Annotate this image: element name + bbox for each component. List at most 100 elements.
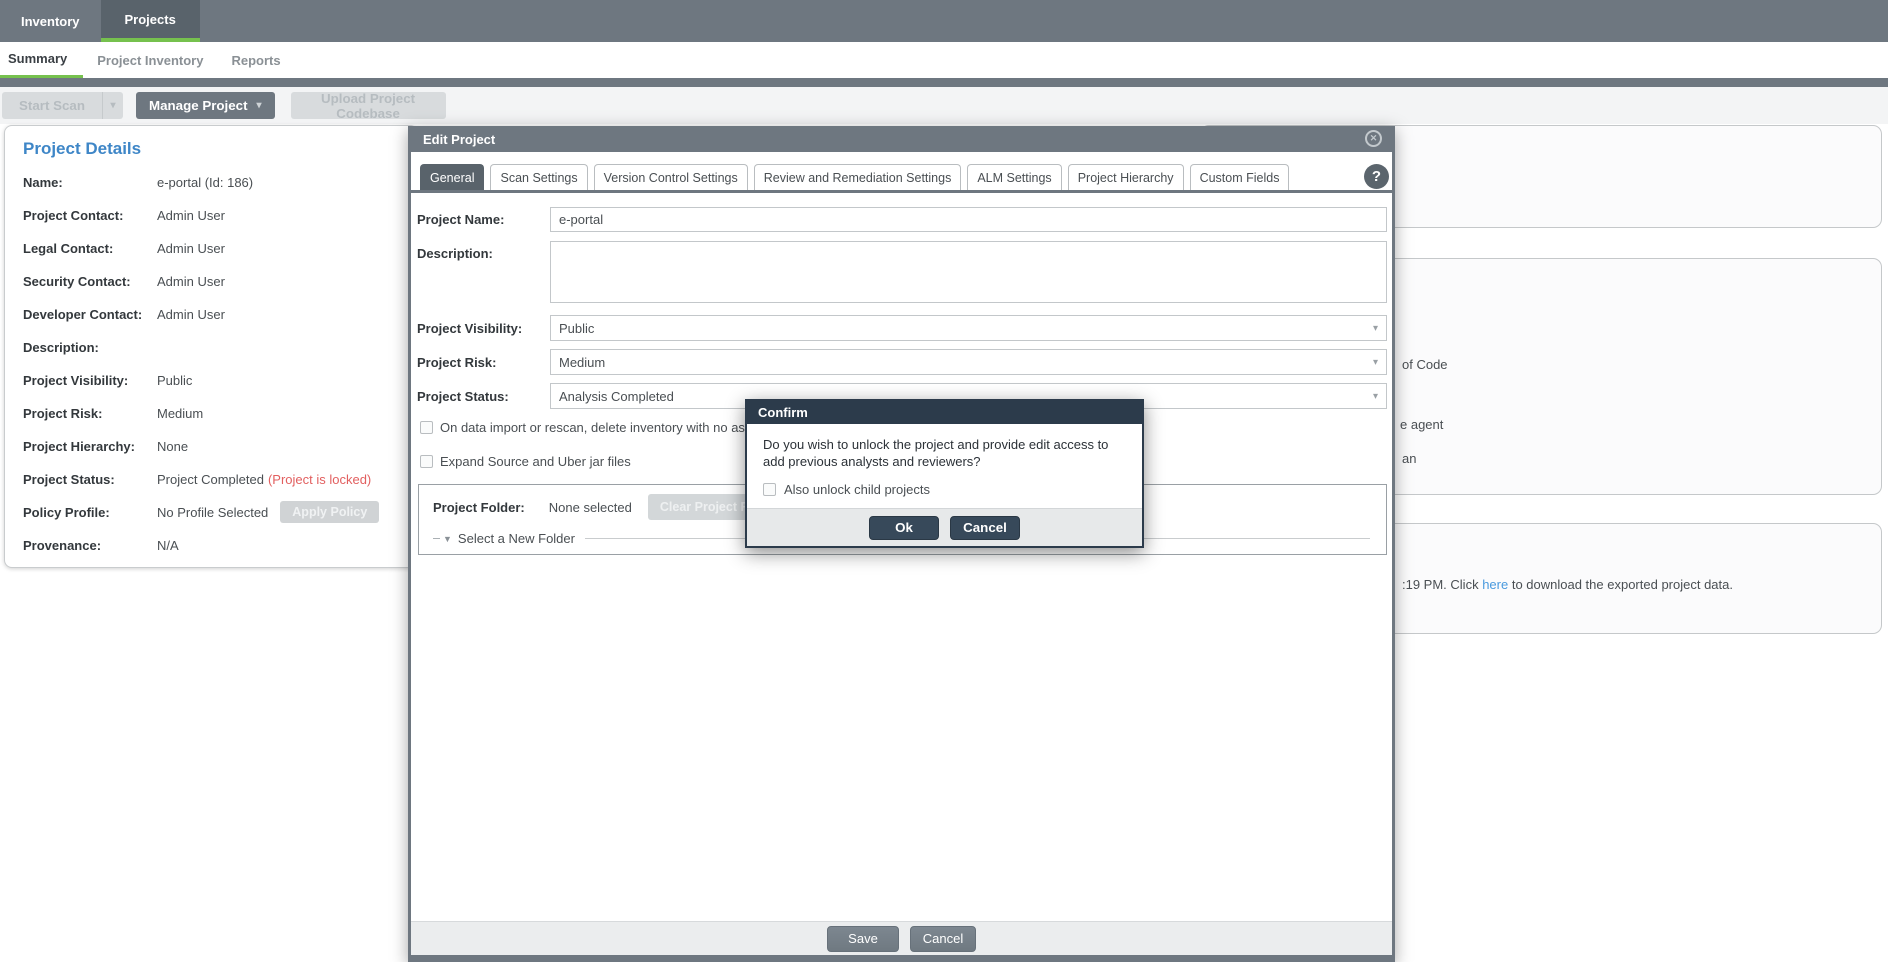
tab-project-hierarchy[interactable]: Project Hierarchy	[1068, 164, 1184, 190]
detail-row-policy: Policy Profile: No Profile Selected Appl…	[23, 505, 417, 521]
detail-row-project-contact: Project Contact: Admin User	[23, 208, 417, 224]
status-value: Project Completed	[157, 472, 264, 488]
ok-button[interactable]: Ok	[869, 516, 939, 540]
tab-review-remediation-settings[interactable]: Review and Remediation Settings	[754, 164, 962, 190]
project-details-panel: Project Details Name: e-portal (Id: 186)…	[4, 125, 418, 568]
save-button[interactable]: Save	[827, 926, 899, 952]
provenance-label: Provenance:	[23, 538, 157, 554]
description-textarea[interactable]	[550, 241, 1387, 303]
download-here-link[interactable]: here	[1482, 577, 1508, 592]
expand-source-checkbox-label: Expand Source and Uber jar files	[440, 454, 631, 469]
tree-line	[433, 538, 440, 539]
subnav-tab-project-inventory[interactable]: Project Inventory	[83, 42, 217, 78]
visibility-label: Project Visibility:	[23, 373, 157, 389]
edit-project-tabstrip: General Scan Settings Version Control Se…	[411, 163, 1392, 193]
project-risk-value: Medium	[559, 355, 605, 370]
nav-tab-inventory[interactable]: Inventory	[0, 0, 101, 42]
project-risk-select[interactable]: Medium ▾	[550, 349, 1387, 375]
developer-contact-link[interactable]: Admin User	[157, 307, 225, 323]
project-visibility-label: Project Visibility:	[417, 321, 522, 336]
manage-project-label: Manage Project	[149, 98, 248, 113]
risk-label: Project Risk:	[23, 406, 157, 422]
project-visibility-value: Public	[559, 321, 594, 336]
background-text-agent: e agent	[1400, 417, 1443, 432]
manage-project-button[interactable]: Manage Project ▾	[136, 92, 275, 119]
hierarchy-label: Project Hierarchy:	[23, 439, 157, 455]
detail-row-status: Project Status: Project Completed (Proje…	[23, 472, 417, 488]
security-contact-link[interactable]: Admin User	[157, 274, 225, 290]
description-label: Description:	[23, 340, 157, 356]
export-line-prefix: :19 PM. Click	[1402, 577, 1482, 592]
primary-navbar: Inventory Projects	[0, 0, 1888, 42]
confirm-dialog-header: Confirm	[747, 401, 1142, 424]
detail-row-description: Description:	[23, 340, 417, 356]
confirm-footer: Ok Cancel	[747, 508, 1142, 546]
detail-row-developer-contact: Developer Contact: Admin User	[23, 307, 417, 323]
developer-contact-label: Developer Contact:	[23, 307, 157, 323]
upload-project-codebase-button[interactable]: Upload Project Codebase	[291, 92, 446, 119]
edit-project-footer: Save Cancel	[411, 921, 1392, 955]
provenance-value: N/A	[157, 538, 179, 554]
help-icon[interactable]: ?	[1364, 164, 1389, 189]
project-name-label: Project Name:	[417, 212, 504, 227]
unlock-child-projects-label: Also unlock child projects	[784, 482, 930, 497]
detail-row-name: Name: e-portal (Id: 186)	[23, 175, 417, 191]
project-visibility-select[interactable]: Public ▾	[550, 315, 1387, 341]
edit-project-bottom-strip	[411, 955, 1392, 962]
project-status-label: Project Status:	[417, 389, 509, 404]
secondary-navbar: Summary Project Inventory Reports	[0, 42, 1888, 78]
expand-source-checkbox-row: Expand Source and Uber jar files	[420, 454, 631, 469]
policy-label: Policy Profile:	[23, 505, 157, 521]
start-scan-button[interactable]: Start Scan	[2, 92, 102, 119]
description-label: Description:	[417, 246, 493, 261]
tab-version-control-settings[interactable]: Version Control Settings	[594, 164, 748, 190]
detail-row-hierarchy: Project Hierarchy: None	[23, 439, 417, 455]
project-locked-note: (Project is locked)	[268, 472, 371, 488]
caret-down-icon: ▾	[1373, 391, 1378, 402]
tab-alm-settings[interactable]: ALM Settings	[967, 164, 1061, 190]
legal-contact-link[interactable]: Admin User	[157, 241, 225, 257]
subnav-tab-summary[interactable]: Summary	[0, 42, 83, 78]
project-details-title: Project Details	[23, 139, 417, 159]
expand-source-checkbox[interactable]	[420, 455, 433, 468]
subnav-tab-reports[interactable]: Reports	[217, 42, 294, 78]
confirm-dialog: Confirm Do you wish to unlock the projec…	[745, 399, 1144, 548]
nav-divider-bar	[0, 78, 1888, 87]
select-new-folder-label: Select a New Folder	[458, 531, 575, 546]
delete-inventory-checkbox[interactable]	[420, 421, 433, 434]
nav-tab-projects[interactable]: Projects	[101, 0, 200, 42]
detail-row-security-contact: Security Contact: Admin User	[23, 274, 417, 290]
project-contact-label: Project Contact:	[23, 208, 157, 224]
background-text-scan: an	[1402, 451, 1416, 466]
apply-policy-button[interactable]: Apply Policy	[280, 501, 379, 523]
detail-row-risk: Project Risk: Medium	[23, 406, 417, 422]
project-status-value: Analysis Completed	[559, 389, 674, 404]
name-label: Name:	[23, 175, 157, 191]
tab-scan-settings[interactable]: Scan Settings	[490, 164, 587, 190]
project-folder-label: Project Folder:	[433, 500, 525, 515]
start-scan-dropdown-button[interactable]: ▾	[102, 92, 123, 119]
caret-down-icon: ▾	[1373, 323, 1378, 334]
status-label: Project Status:	[23, 472, 157, 488]
project-folder-value: None selected	[549, 500, 632, 515]
tab-general[interactable]: General	[420, 164, 484, 190]
close-icon[interactable]: ✕	[1365, 130, 1382, 147]
tab-custom-fields[interactable]: Custom Fields	[1190, 164, 1290, 190]
confirm-cancel-button[interactable]: Cancel	[950, 516, 1020, 540]
confirm-message: Do you wish to unlock the project and pr…	[747, 424, 1142, 470]
cancel-button[interactable]: Cancel	[910, 926, 976, 952]
risk-value: Medium	[157, 406, 203, 422]
caret-down-icon: ▾	[257, 100, 262, 111]
project-risk-label: Project Risk:	[417, 355, 496, 370]
project-name-input[interactable]	[550, 207, 1387, 232]
project-contact-link[interactable]: Admin User	[157, 208, 225, 224]
unlock-child-projects-checkbox[interactable]	[763, 483, 776, 496]
tree-expanded-icon[interactable]: ▼	[443, 534, 452, 544]
security-contact-label: Security Contact:	[23, 274, 157, 290]
detail-row-provenance: Provenance: N/A	[23, 538, 417, 554]
background-text-lines-of-code: of Code	[1402, 357, 1448, 372]
caret-down-icon: ▾	[110, 100, 115, 111]
start-scan-split-button: Start Scan ▾	[2, 92, 123, 119]
name-value: e-portal (Id: 186)	[157, 175, 253, 191]
edit-project-dialog-title: Edit Project	[423, 132, 495, 147]
